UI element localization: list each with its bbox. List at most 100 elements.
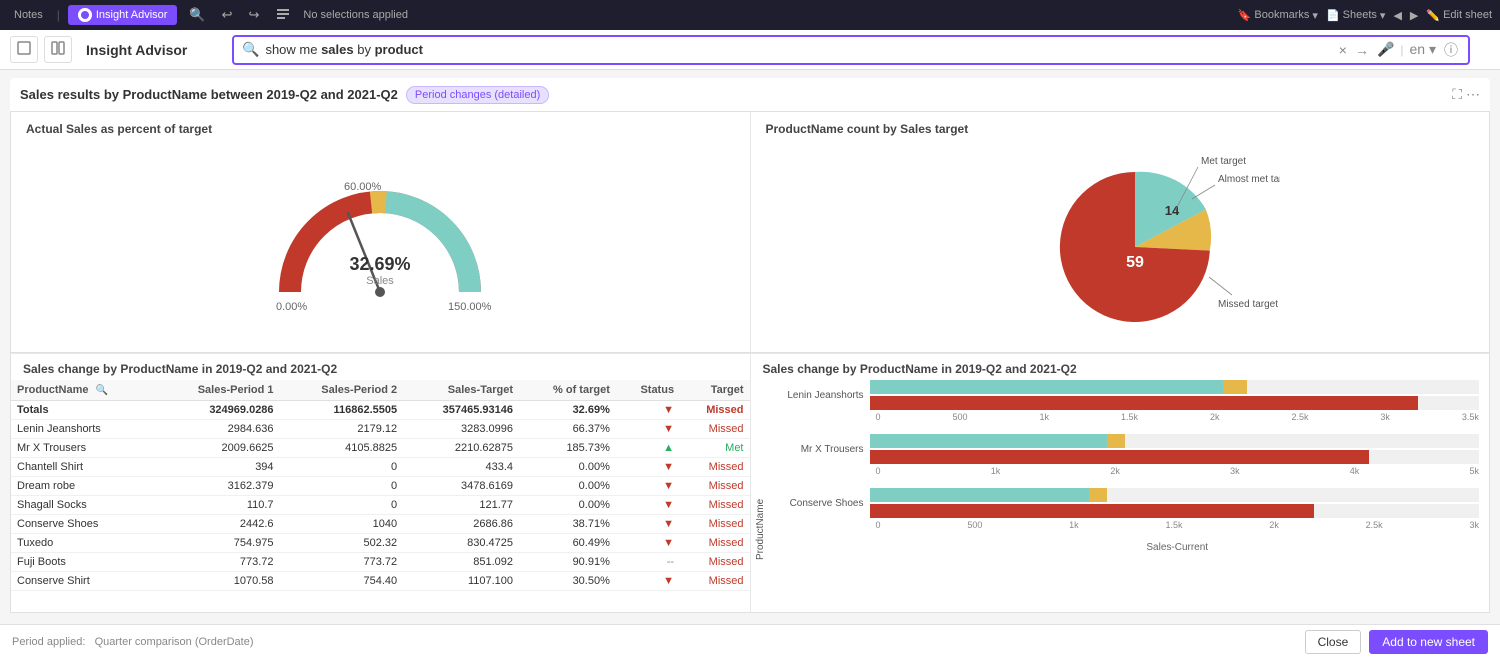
row-status: Missed (680, 572, 749, 591)
bar-axis-3: 05001k1.5k2k2.5k3k (876, 520, 1480, 530)
submit-search-btn[interactable]: → (1353, 40, 1371, 60)
clear-search-btn[interactable]: × (1337, 40, 1349, 60)
row-p1: 773.72 (156, 553, 280, 572)
svg-text:Missed target: Missed target (1218, 299, 1278, 310)
row-target: 830.4725 (403, 534, 519, 553)
row-status: Missed (680, 420, 749, 439)
selections-btn[interactable] (271, 4, 295, 27)
row-status: Missed (680, 477, 749, 496)
next-sheet-btn[interactable]: ▶ (1410, 9, 1418, 22)
row-p2: 754.40 (280, 572, 404, 591)
col-header-pct: % of target (519, 380, 616, 401)
table-row: Shagall Socks 110.7 0 121.77 0.00% ▼ Mis… (11, 496, 750, 515)
row-p1: 3162.379 (156, 477, 280, 496)
row-arrow: -- (616, 553, 680, 572)
info-btn[interactable]: ⓘ (1442, 38, 1460, 62)
row-name[interactable]: Tuxedo (11, 534, 156, 553)
search-bar: 🔍 show me sales by product × → 🎤 | en ▾ … (232, 35, 1470, 65)
gauge-section: Actual Sales as percent of target (11, 112, 751, 352)
row-pct: 0.00% (519, 477, 616, 496)
bottom-area: Sales change by ProductName in 2019-Q2 a… (10, 353, 1490, 613)
row-name[interactable]: Chantell Shirt (11, 458, 156, 477)
sheets-btn[interactable]: 📄 Sheets ▾ (1326, 9, 1385, 22)
table-row: Chantell Shirt 394 0 433.4 0.00% ▼ Misse… (11, 458, 750, 477)
row-name[interactable]: Shagall Socks (11, 496, 156, 515)
gauge-svg: 0.00% 60.00% 150.00% 32.69% Sales (250, 152, 510, 332)
col-header-name[interactable]: ProductName 🔍 (11, 380, 156, 401)
bar-label-2: Mr X Trousers (770, 444, 870, 455)
table-row: Fuji Boots 773.72 773.72 851.092 90.91% … (11, 553, 750, 572)
edit-sheet-btn[interactable]: ✏️ Edit sheet (1426, 9, 1492, 22)
bar-track-2 (870, 434, 1480, 464)
search-actions: × → 🎤 | en ▾ ⓘ (1337, 38, 1460, 62)
row-name[interactable]: Fuji Boots (11, 553, 156, 572)
mic-btn[interactable]: 🎤 (1375, 39, 1396, 60)
row-name[interactable]: Mr X Trousers (11, 439, 156, 458)
table-row-totals: Totals 324969.0286 116862.5505 357465.93… (11, 401, 750, 420)
bar-row-3: Conserve Shoes (770, 488, 1480, 518)
prev-sheet-btn[interactable]: ◀ (1393, 9, 1401, 22)
svg-text:60.00%: 60.00% (344, 181, 382, 193)
footer: Period applied: Quarter comparison (Orde… (0, 624, 1500, 659)
row-name[interactable]: Dream robe (11, 477, 156, 496)
undo-btn[interactable]: ↩ (218, 5, 237, 25)
totals-target: 357465.93146 (403, 401, 519, 420)
table-search-icon[interactable]: 🔍 (96, 385, 108, 396)
svg-text:Almost met target: Almost met target (1218, 174, 1280, 185)
search-icon-btn[interactable]: 🔍 (185, 5, 209, 25)
totals-name: Totals (11, 401, 156, 420)
col-header-status: Status (616, 380, 680, 401)
ia-icon (78, 8, 92, 22)
result-header: Sales results by ProductName between 201… (10, 78, 1490, 112)
table-row: Tuxedo 754.975 502.32 830.4725 60.49% ▼ … (11, 534, 750, 553)
row-p1: 394 (156, 458, 280, 477)
bar-track-1 (870, 380, 1480, 410)
svg-text:59: 59 (1126, 254, 1144, 271)
row-p1: 2009.6625 (156, 439, 280, 458)
row-arrow: ▼ (616, 458, 680, 477)
bar-content: Lenin Jeanshorts (770, 380, 1490, 560)
row-name[interactable]: Conserve Shoes (11, 515, 156, 534)
row-pct: 66.37% (519, 420, 616, 439)
row-p2: 0 (280, 477, 404, 496)
table-row: Conserve Shoes 2442.6 1040 2686.86 38.71… (11, 515, 750, 534)
insight-advisor-btn[interactable]: Insight Advisor (68, 5, 178, 25)
row-name[interactable]: Conserve Shirt (11, 572, 156, 591)
bar-section-inner: ProductName Lenin Jeanshorts (751, 380, 1490, 560)
add-to-sheet-btn[interactable]: Add to new sheet (1369, 630, 1488, 654)
row-pct: 90.91% (519, 553, 616, 572)
totals-p2: 116862.5505 (280, 401, 404, 420)
svg-text:Sales: Sales (366, 275, 394, 287)
footer-actions: Close Add to new sheet (1305, 630, 1488, 654)
expand-btn[interactable]: ⛶ (1452, 86, 1462, 103)
col-header-period2: Sales-Period 2 (280, 380, 404, 401)
topbar-right: 🔖 Bookmarks ▾ 📄 Sheets ▾ ◀ ▶ ✏️ Edit she… (1238, 9, 1492, 22)
row-target: 121.77 (403, 496, 519, 515)
bar-group-1: Lenin Jeanshorts (770, 380, 1480, 422)
row-name[interactable]: Lenin Jeanshorts (11, 420, 156, 439)
search-icon: 🔍 (242, 41, 259, 58)
table-title: Sales change by ProductName in 2019-Q2 a… (11, 354, 750, 380)
bookmarks-btn[interactable]: 🔖 Bookmarks ▾ (1238, 9, 1318, 22)
svg-text:32.69%: 32.69% (350, 254, 411, 274)
totals-p1: 324969.0286 (156, 401, 280, 420)
toolbar-title: Insight Advisor (86, 42, 206, 58)
lang-btn[interactable]: en ▾ (1408, 39, 1439, 60)
result-actions: ⛶ ⋯ (1452, 86, 1480, 103)
row-target: 433.4 (403, 458, 519, 477)
table-wrapper[interactable]: ProductName 🔍 Sales-Period 1 Sales-Perio… (11, 380, 750, 591)
gauge-title: Actual Sales as percent of target (26, 122, 735, 136)
redo-btn[interactable]: ↪ (245, 5, 264, 25)
layout-single-btn[interactable] (10, 36, 38, 63)
row-status: Missed (680, 496, 749, 515)
row-pct: 60.49% (519, 534, 616, 553)
close-btn[interactable]: Close (1305, 630, 1362, 654)
notes-btn[interactable]: Notes (8, 9, 49, 21)
row-status: Missed (680, 458, 749, 477)
bookmarks-chevron: ▾ (1312, 9, 1318, 22)
row-target: 3283.0996 (403, 420, 519, 439)
more-options-btn[interactable]: ⋯ (1466, 86, 1480, 103)
layout-split-btn[interactable] (44, 36, 72, 63)
row-arrow: ▲ (616, 439, 680, 458)
row-p2: 502.32 (280, 534, 404, 553)
